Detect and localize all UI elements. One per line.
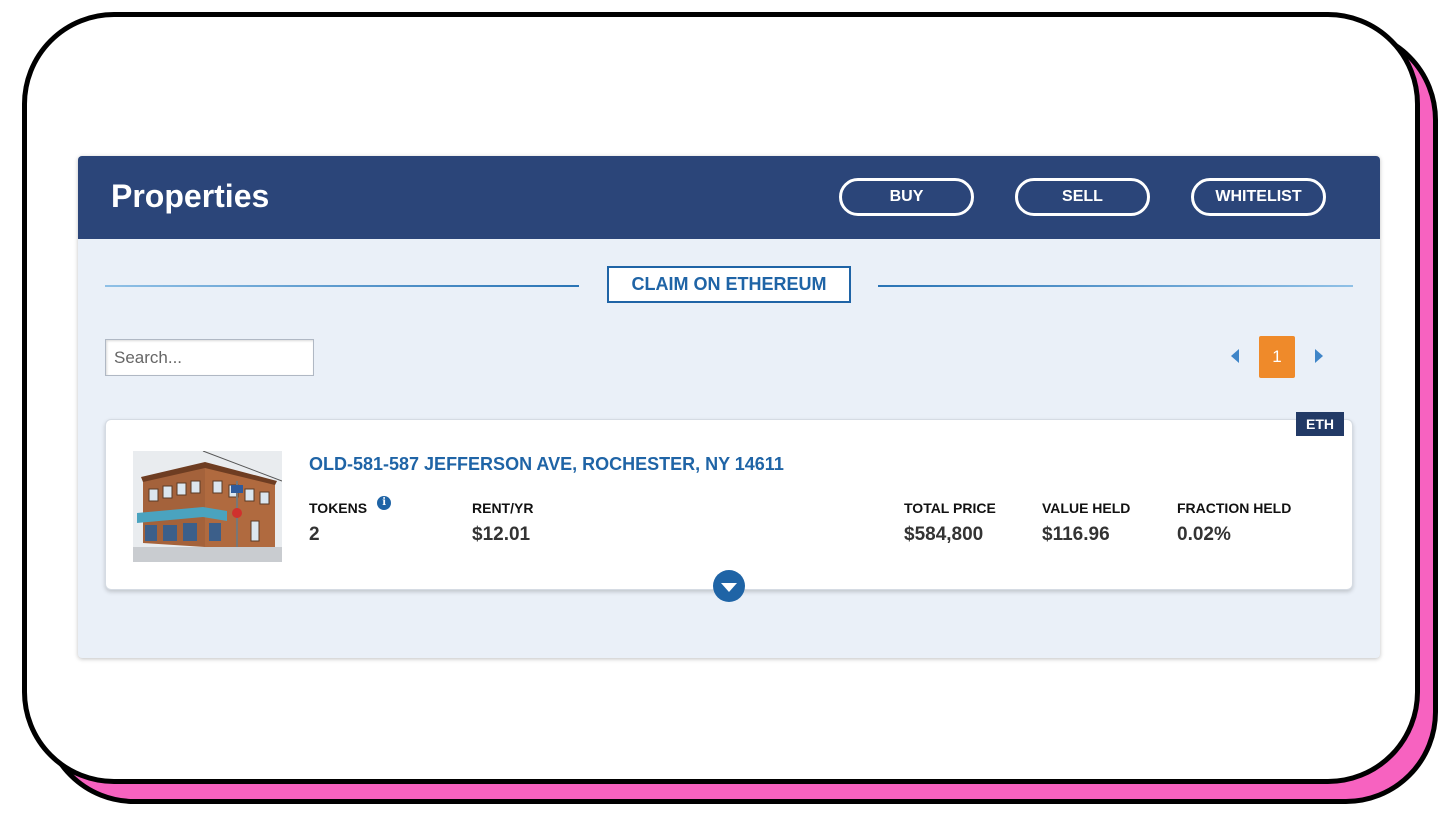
whitelist-button[interactable]: WHITELIST bbox=[1191, 178, 1326, 216]
tokens-label-text: TOKENS bbox=[309, 500, 368, 516]
expand-details-button[interactable] bbox=[713, 570, 745, 602]
value-held-stat: VALUE HELD $116.96 bbox=[1042, 500, 1130, 546]
value-held-label: VALUE HELD bbox=[1042, 500, 1131, 516]
caret-left-icon[interactable] bbox=[1231, 349, 1239, 363]
fraction-held-value: 0.02% bbox=[1177, 524, 1231, 545]
info-icon[interactable]: i bbox=[377, 496, 392, 510]
tokens-label: TOKENS i bbox=[309, 496, 392, 516]
caret-right-icon[interactable] bbox=[1315, 349, 1323, 363]
properties-panel: Properties BUY SELL WHITELIST CLAIM ON E… bbox=[78, 156, 1380, 658]
total-price-stat: TOTAL PRICE $584,800 bbox=[904, 500, 996, 546]
rent-value: $12.01 bbox=[472, 524, 531, 545]
divider-left bbox=[105, 285, 579, 287]
rent-stat: RENT/YR $12.01 bbox=[472, 500, 533, 546]
property-title[interactable]: OLD-581-587 JEFFERSON AVE, ROCHESTER, NY… bbox=[309, 454, 784, 475]
tokens-value: 2 bbox=[309, 524, 320, 545]
value-held-value: $116.96 bbox=[1042, 524, 1110, 545]
buy-button[interactable]: BUY bbox=[839, 178, 974, 216]
rent-label: RENT/YR bbox=[472, 500, 534, 516]
fraction-held-label: FRACTION HELD bbox=[1177, 500, 1292, 516]
building-illustration bbox=[133, 451, 282, 562]
page-number-button[interactable]: 1 bbox=[1259, 336, 1295, 378]
panel-header: Properties BUY SELL WHITELIST bbox=[78, 156, 1380, 239]
search-input[interactable] bbox=[105, 339, 314, 376]
total-price-value: $584,800 bbox=[904, 524, 984, 545]
chevron-down-icon bbox=[721, 583, 737, 592]
network-badge: ETH bbox=[1296, 412, 1344, 436]
fraction-held-stat: FRACTION HELD 0.02% bbox=[1177, 500, 1291, 546]
property-image bbox=[133, 451, 282, 562]
page-title: Properties bbox=[111, 178, 270, 214]
tokens-stat: TOKENS i 2 bbox=[309, 496, 392, 546]
total-price-label: TOTAL PRICE bbox=[904, 500, 996, 516]
property-card: ETH OLD-581-587 JEFFERSON AVE, ROCHESTER… bbox=[105, 412, 1353, 602]
sell-button[interactable]: SELL bbox=[1015, 178, 1150, 216]
claim-on-ethereum-button[interactable]: CLAIM ON ETHEREUM bbox=[607, 266, 851, 303]
divider-right bbox=[878, 285, 1353, 287]
